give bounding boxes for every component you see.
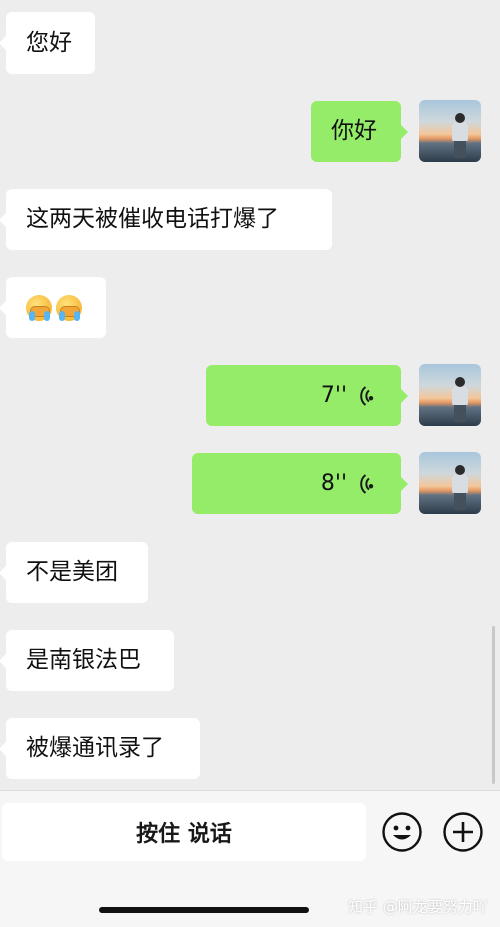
message-bubble[interactable]: 这两天被催收电话打爆了 <box>0 189 332 250</box>
watermark: 知乎 @阿龙要努力吖 <box>348 898 488 916</box>
message-bubble[interactable]: 你好 <box>311 101 408 162</box>
face-palm-crying-emoji <box>26 294 52 321</box>
voice-wave-icon <box>360 473 374 494</box>
message-text: 这两天被催收电话打爆了 <box>26 206 279 232</box>
message-bubble[interactable]: 不是美团 <box>0 542 148 603</box>
message-text: 你好 <box>331 118 377 144</box>
message-bubble[interactable]: 是南银法巴 <box>0 630 174 691</box>
scrollbar[interactable] <box>492 626 495 784</box>
message-bubble[interactable] <box>0 277 106 338</box>
chat-area[interactable]: 您好 你好 这两天被催收电话打爆了 7'' 8'' 不是美团 是南银法巴 被爆通… <box>0 0 500 790</box>
message-bubble[interactable]: 被爆通讯录了 <box>0 718 200 779</box>
message-text: 是南银法巴 <box>26 647 141 673</box>
message-bubble[interactable]: 您好 <box>0 12 95 74</box>
voice-wave-icon <box>360 385 374 406</box>
home-indicator[interactable] <box>99 907 309 913</box>
face-palm-crying-emoji <box>56 294 82 321</box>
hold-to-talk-button[interactable]: 按住 说话 <box>2 803 366 861</box>
avatar[interactable] <box>419 452 481 514</box>
plus-circle-icon[interactable] <box>443 812 483 852</box>
voice-duration: 7'' <box>320 382 347 408</box>
smiley-icon[interactable] <box>382 812 422 852</box>
avatar[interactable] <box>419 100 481 162</box>
avatar-figure <box>455 113 465 123</box>
message-text: 不是美团 <box>26 559 118 585</box>
voice-message-bubble[interactable]: 8'' <box>192 453 408 514</box>
avatar[interactable] <box>419 364 481 426</box>
voice-message-bubble[interactable]: 7'' <box>206 365 408 426</box>
message-text: 被爆通讯录了 <box>26 735 164 761</box>
voice-duration: 8'' <box>320 470 347 496</box>
message-text: 您好 <box>26 29 72 56</box>
